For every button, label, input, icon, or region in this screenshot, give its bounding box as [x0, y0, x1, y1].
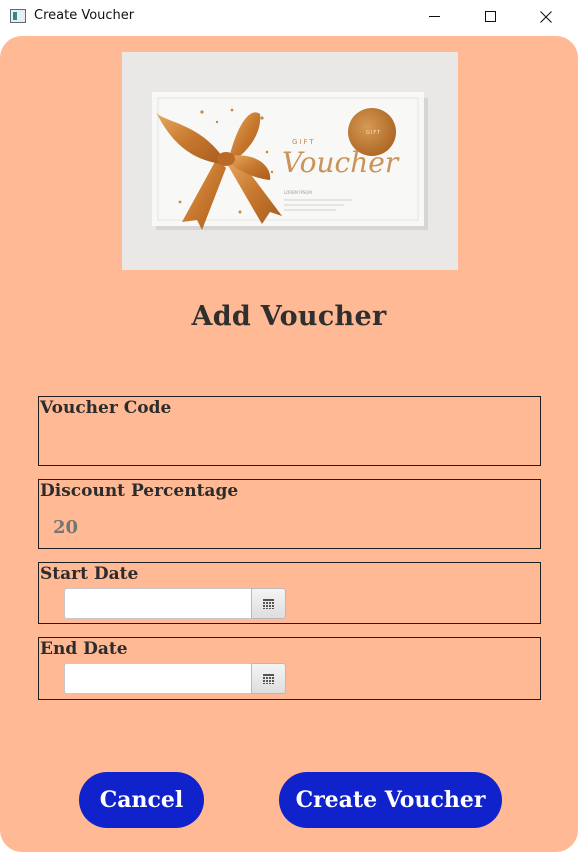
calendar-icon [263, 673, 274, 684]
minimize-button[interactable] [411, 0, 457, 33]
discount-percentage-group: Discount Percentage [38, 479, 541, 549]
start-date-group: Start Date [38, 562, 541, 624]
end-date-picker-button[interactable] [251, 663, 286, 694]
voucher-code-label: Voucher Code [40, 398, 172, 418]
start-date-label: Start Date [40, 564, 139, 584]
maximize-button[interactable] [467, 0, 513, 33]
voucher-code-group: Voucher Code [38, 396, 541, 466]
gift-voucher-image: GIFT Voucher GIFT LOREM IPSUM [122, 52, 458, 270]
page-title: Add Voucher [191, 301, 387, 332]
end-date-input[interactable] [64, 663, 251, 694]
close-icon [540, 10, 552, 23]
banner-gift-text: GIFT [292, 138, 316, 146]
start-date-picker-button[interactable] [251, 588, 286, 619]
banner-seal-text: GIFT [366, 130, 381, 136]
voucher-code-input[interactable] [53, 429, 523, 459]
discount-percentage-label: Discount Percentage [40, 481, 239, 501]
start-date-input[interactable] [64, 588, 251, 619]
maximize-icon [484, 11, 496, 22]
title-bar: Create Voucher [0, 0, 578, 33]
banner-fine-print: LOREM IPSUM [284, 190, 312, 195]
end-date-label: End Date [40, 639, 128, 659]
discount-percentage-input[interactable] [53, 512, 523, 542]
cancel-button[interactable]: Cancel [79, 772, 204, 828]
minimize-icon [428, 16, 440, 17]
voucher-form-panel: GIFT Voucher GIFT LOREM IPSUM Add Vouche… [0, 36, 578, 852]
window-title: Create Voucher [34, 8, 135, 23]
calendar-icon [263, 598, 274, 609]
create-voucher-button[interactable]: Create Voucher [279, 772, 502, 828]
gift-voucher-illustration: GIFT Voucher GIFT LOREM IPSUM [152, 92, 428, 230]
app-window-icon [10, 9, 26, 23]
close-button[interactable] [523, 0, 569, 33]
banner-script-word: Voucher [282, 146, 400, 179]
end-date-group: End Date [38, 637, 541, 700]
